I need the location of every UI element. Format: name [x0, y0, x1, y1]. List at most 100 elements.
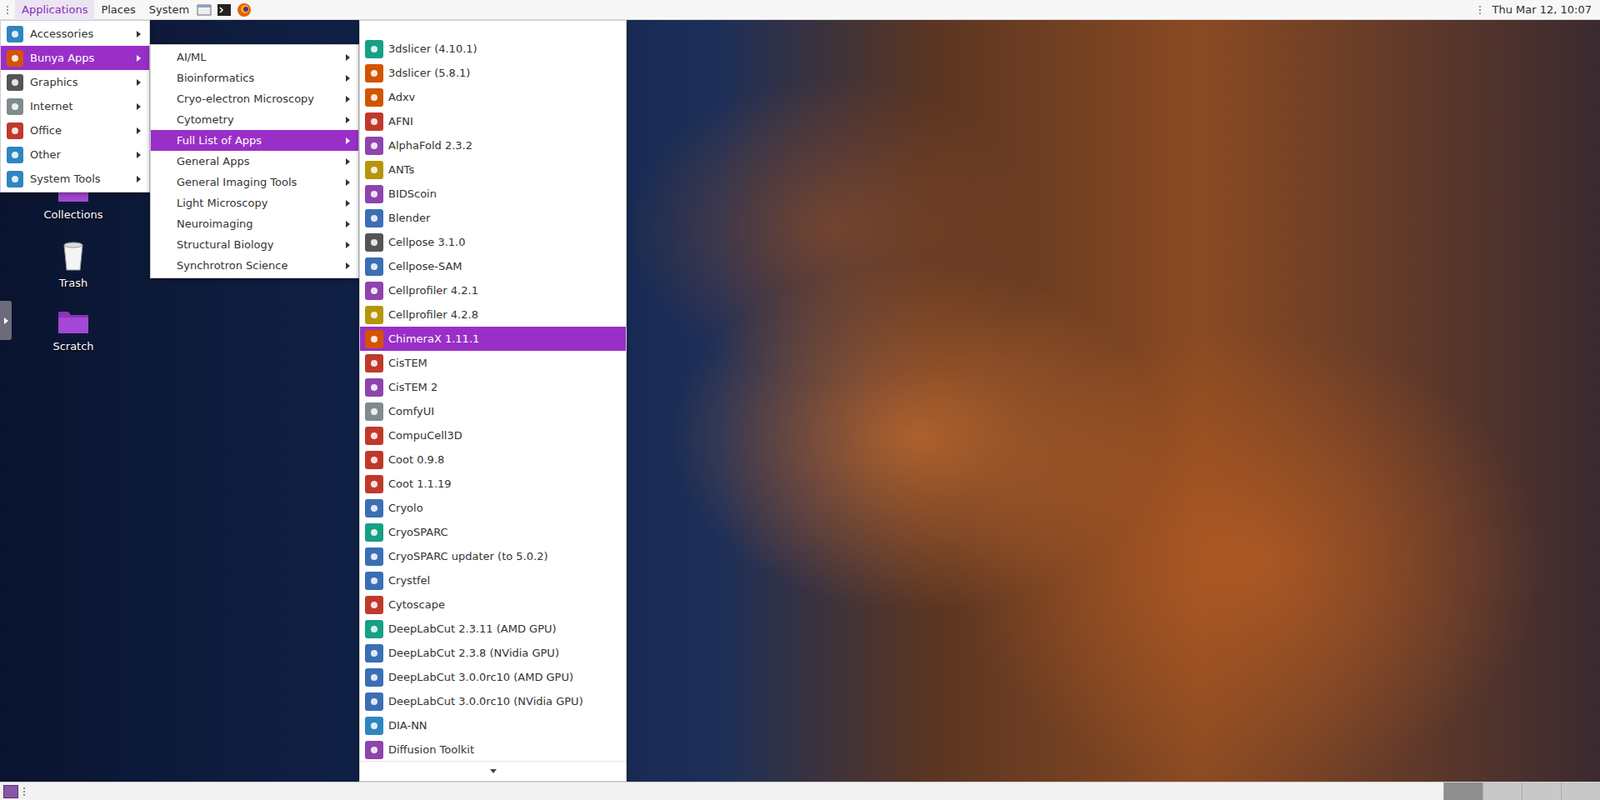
app-glyph-icon	[369, 696, 380, 707]
menu-popup: AI/MLBioinformaticsCryo-electron Microsc…	[150, 44, 360, 279]
menu-item[interactable]: Cellprofiler 4.2.8	[360, 302, 626, 327]
menu-item[interactable]: ComfyUI	[360, 399, 626, 424]
menu-item[interactable]: ChimeraX 1.11.1	[360, 326, 626, 351]
workspace[interactable]	[1521, 782, 1561, 800]
menu-item[interactable]: Crystfel	[360, 568, 626, 593]
app-icon	[365, 716, 384, 735]
desktop-icon-label: Scratch	[52, 338, 94, 355]
menu-item-label: Cytoscape	[388, 596, 445, 614]
menu-item[interactable]: Cellpose 3.1.0	[360, 230, 626, 255]
menu-item[interactable]: Coot 0.9.8	[360, 447, 626, 472]
menu-item-label: CisTEM	[388, 355, 428, 372]
workspace[interactable]	[1560, 782, 1600, 800]
menu-item[interactable]: Bioinformatics	[150, 67, 359, 89]
menu-item[interactable]: AFNI	[360, 109, 626, 134]
menu-item[interactable]: CisTEM	[360, 350, 626, 375]
panel-handle-icon	[1472, 0, 1488, 20]
menu-item[interactable]: Structural Biology	[150, 234, 359, 255]
submenu-arrow-icon	[136, 79, 141, 86]
menu-item[interactable]: Synchrotron Science	[150, 255, 359, 276]
menu-item[interactable]: ANTs	[360, 157, 626, 182]
desktop-icon-label: Collections	[43, 206, 103, 224]
menu-item[interactable]: Cytometry	[150, 109, 359, 130]
menu-item[interactable]: Full List of Apps	[150, 130, 359, 151]
desktop-icon[interactable]: Scratch	[27, 306, 120, 355]
clock[interactable]: Thu Mar 12, 10:07	[1487, 1, 1597, 19]
handle-dot	[1479, 12, 1481, 15]
menu-item[interactable]: Blender	[360, 205, 626, 230]
app-icon	[365, 354, 384, 373]
menu-item[interactable]: Office	[0, 118, 150, 143]
workspace[interactable]	[1443, 782, 1483, 800]
menu-item[interactable]: DeepLabCut 2.3.11 (AMD GPU)	[360, 616, 626, 641]
menu-item-label: Cryo-electron Microscopy	[176, 90, 315, 108]
side-panel-tab[interactable]	[0, 300, 12, 340]
menu-item[interactable]: CisTEM 2	[360, 375, 626, 400]
menu-item[interactable]: 3dslicer (4.10.1)	[360, 36, 626, 61]
menu-item-label: Synchrotron Science	[176, 257, 288, 275]
submenu-arrow-icon	[345, 116, 350, 124]
app-glyph-icon	[369, 406, 380, 417]
app-icon	[365, 40, 384, 59]
desktop-icon[interactable]: Trash	[27, 238, 120, 292]
app-icon	[365, 281, 384, 300]
terminal-launcher[interactable]	[215, 1, 233, 19]
menu-item[interactable]: BIDScoin	[360, 181, 626, 206]
app-icon	[365, 88, 384, 107]
menu-item[interactable]: CryoSPARC	[360, 520, 626, 545]
firefox-launcher[interactable]	[235, 1, 253, 19]
menu-item[interactable]: Adxv	[360, 85, 626, 110]
menu-item[interactable]: CompuCell3D	[360, 423, 626, 448]
menu-item[interactable]: DeepLabCut 3.0.0rc10 (AMD GPU)	[360, 665, 626, 690]
menu-item[interactable]: Other	[0, 142, 150, 167]
file-manager-launcher[interactable]	[195, 1, 213, 19]
menu-item[interactable]: Light Microscopy	[150, 192, 359, 214]
menu-item[interactable]: Cryolo	[360, 495, 626, 520]
panel-menu[interactable]: Places	[94, 0, 142, 20]
menu-item[interactable]: Diffusion Toolkit	[360, 737, 626, 762]
app-glyph-icon	[10, 101, 20, 112]
menu-item-label: 3dslicer (4.10.1)	[388, 40, 478, 58]
panel-menu[interactable]: System	[142, 0, 196, 20]
menu-item[interactable]: 3dslicer (5.8.1)	[360, 60, 626, 85]
menu-item-label: BIDScoin	[388, 185, 437, 203]
panel-menu[interactable]: Applications	[15, 0, 95, 20]
app-glyph-icon	[369, 92, 380, 103]
menu-item[interactable]: AI/ML	[150, 46, 359, 68]
menu-item[interactable]: Cryo-electron Microscopy	[150, 88, 359, 110]
folder-icon	[56, 306, 90, 335]
menu-item[interactable]: Neuroimaging	[150, 213, 359, 235]
panel-handle-icon	[23, 787, 25, 796]
menu-item[interactable]: AlphaFold 2.3.2	[360, 133, 626, 158]
menu-item[interactable]: Cellpose-SAM	[360, 254, 626, 279]
menu-item[interactable]: Accessories	[0, 21, 150, 46]
expand-arrow-icon	[4, 317, 9, 325]
menu-item[interactable]: Internet	[0, 94, 150, 119]
menu-scroll-down[interactable]	[360, 760, 626, 781]
menu-item[interactable]: Graphics	[0, 70, 150, 95]
app-icon	[365, 402, 384, 421]
menu-item[interactable]: General Imaging Tools	[150, 171, 359, 193]
handle-dot	[6, 5, 9, 8]
menu-item[interactable]: Cytoscape	[360, 592, 626, 617]
app-glyph-icon	[369, 551, 380, 562]
menu-item[interactable]: CryoSPARC updater (to 5.0.2)	[360, 544, 626, 569]
menu-item[interactable]: DIA-NN	[360, 713, 626, 738]
menu-item-label: Coot 1.1.19	[388, 475, 452, 493]
submenu-arrow-icon	[345, 54, 350, 61]
handle-dot	[6, 9, 9, 11]
menu-item[interactable]: Cellprofiler 4.2.1	[360, 278, 626, 303]
workspace[interactable]	[1482, 782, 1522, 800]
menu-item[interactable]: DeepLabCut 3.0.0rc10 (NVidia GPU)	[360, 689, 626, 714]
menu-item[interactable]: Coot 1.1.19	[360, 471, 626, 496]
menu-item-label: Cytometry	[176, 111, 235, 129]
menu-item[interactable]: General Apps	[150, 150, 359, 172]
menu-item[interactable]: Bunya Apps	[0, 45, 150, 70]
show-desktop-icon[interactable]	[3, 785, 19, 799]
submenu-arrow-icon	[345, 241, 350, 249]
menu-item[interactable]: System Tools	[0, 166, 150, 191]
submenu-arrow-icon	[345, 220, 350, 228]
menu-item-label: ComfyUI	[388, 403, 435, 420]
menu-item-label: ANTs	[388, 161, 415, 179]
menu-item[interactable]: DeepLabCut 2.3.8 (NVidia GPU)	[360, 640, 626, 665]
